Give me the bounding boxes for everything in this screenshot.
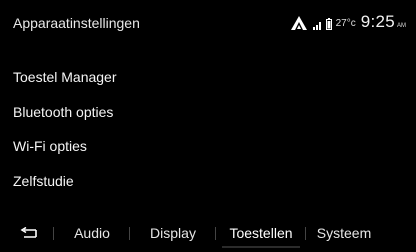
brand-logo-icon — [290, 16, 307, 30]
tab-audio[interactable]: Audio — [54, 218, 130, 248]
status-area: 27°c 9:25 AM — [290, 10, 406, 32]
page-title: Apparaatinstellingen — [13, 15, 140, 31]
clock-ampm: AM — [397, 23, 406, 29]
clock-time: 9:25 — [360, 12, 395, 31]
back-button[interactable] — [4, 218, 54, 248]
bottom-tab-bar: Audio Display Toestellen Systeem — [4, 218, 412, 248]
tab-label: Display — [150, 225, 196, 241]
settings-panel: Apparaatinstellingen 27°c 9:25 AM Toeste… — [4, 4, 412, 248]
header-bar: Apparaatinstellingen 27°c 9:25 AM — [4, 4, 412, 40]
tab-display[interactable]: Display — [130, 218, 216, 248]
tab-system[interactable]: Systeem — [306, 218, 382, 248]
screen: Apparaatinstellingen 27°c 9:25 AM Toeste… — [0, 0, 416, 252]
tab-label: Systeem — [316, 225, 372, 241]
tab-label: Toestellen — [229, 225, 293, 241]
menu-item-device-manager[interactable]: Toestel Manager — [4, 60, 412, 95]
menu-item-bluetooth-options[interactable]: Bluetooth opties — [4, 95, 412, 130]
menu-item-tutorial[interactable]: Zelfstudie — [4, 164, 412, 199]
settings-menu: Toestel Manager Bluetooth opties Wi-Fi o… — [4, 60, 412, 198]
back-arrow-icon — [20, 219, 38, 248]
tab-label: Audio — [74, 225, 110, 241]
battery-icon — [325, 18, 332, 30]
tab-devices[interactable]: Toestellen — [216, 218, 306, 248]
menu-item-wifi-options[interactable]: Wi-Fi opties — [4, 129, 412, 164]
temperature-readout: 27°c — [335, 18, 356, 29]
signal-icon — [312, 21, 322, 30]
